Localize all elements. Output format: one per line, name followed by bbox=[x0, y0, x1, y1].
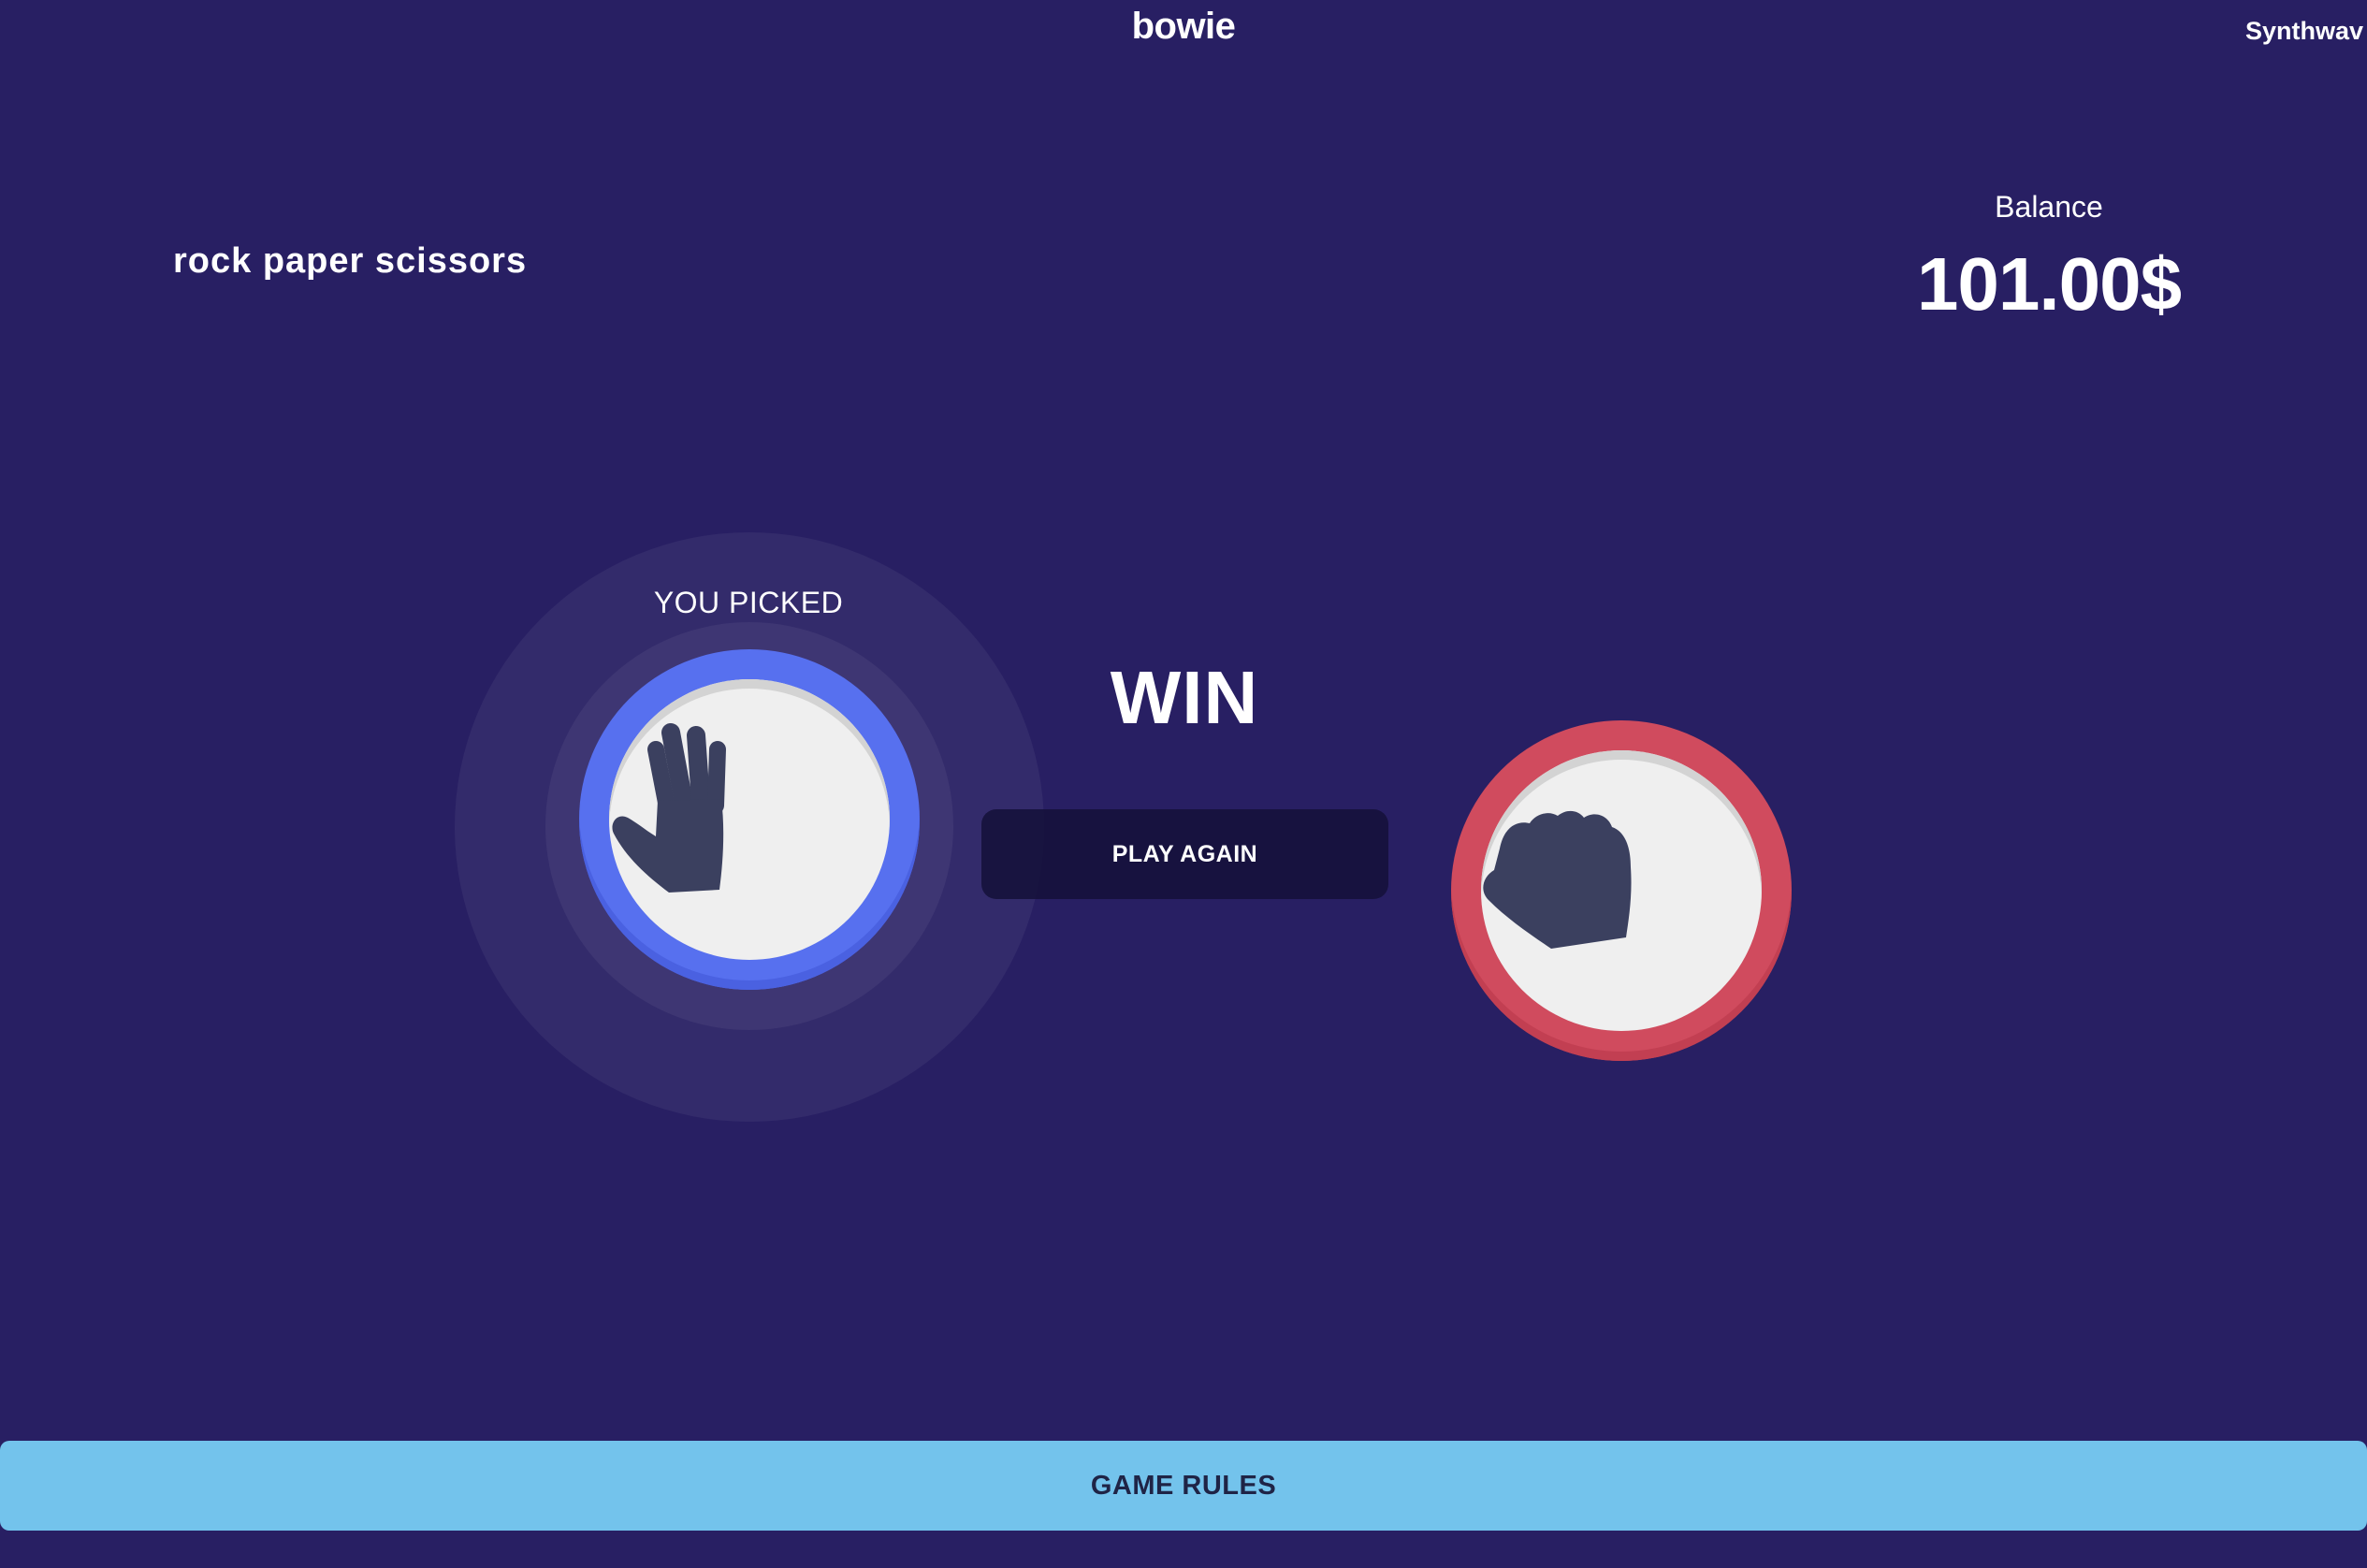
balance-value: 101.00$ bbox=[1916, 242, 2182, 326]
player-choice-token bbox=[579, 649, 920, 990]
game-title: rock paper scissors bbox=[173, 241, 528, 281]
house-token-face bbox=[1481, 750, 1762, 1031]
paper-hand-icon bbox=[612, 723, 726, 893]
result-text: WIN bbox=[1110, 656, 1259, 739]
game-rules-button[interactable]: GAME RULES bbox=[0, 1441, 2367, 1531]
play-again-button[interactable]: PLAY AGAIN bbox=[981, 809, 1388, 899]
house-choice-token bbox=[1451, 720, 1792, 1061]
you-picked-label: YOU PICKED bbox=[653, 586, 844, 619]
player-token-face bbox=[609, 679, 890, 960]
balance-label: Balance bbox=[1995, 190, 2103, 224]
theme-selector[interactable]: Synthwav bbox=[2245, 17, 2363, 46]
app-title: bowie bbox=[1131, 6, 1236, 47]
game-screen: bowie Synthwav rock paper scissors Balan… bbox=[0, 0, 2367, 1568]
rock-fist-icon bbox=[1483, 810, 1632, 949]
